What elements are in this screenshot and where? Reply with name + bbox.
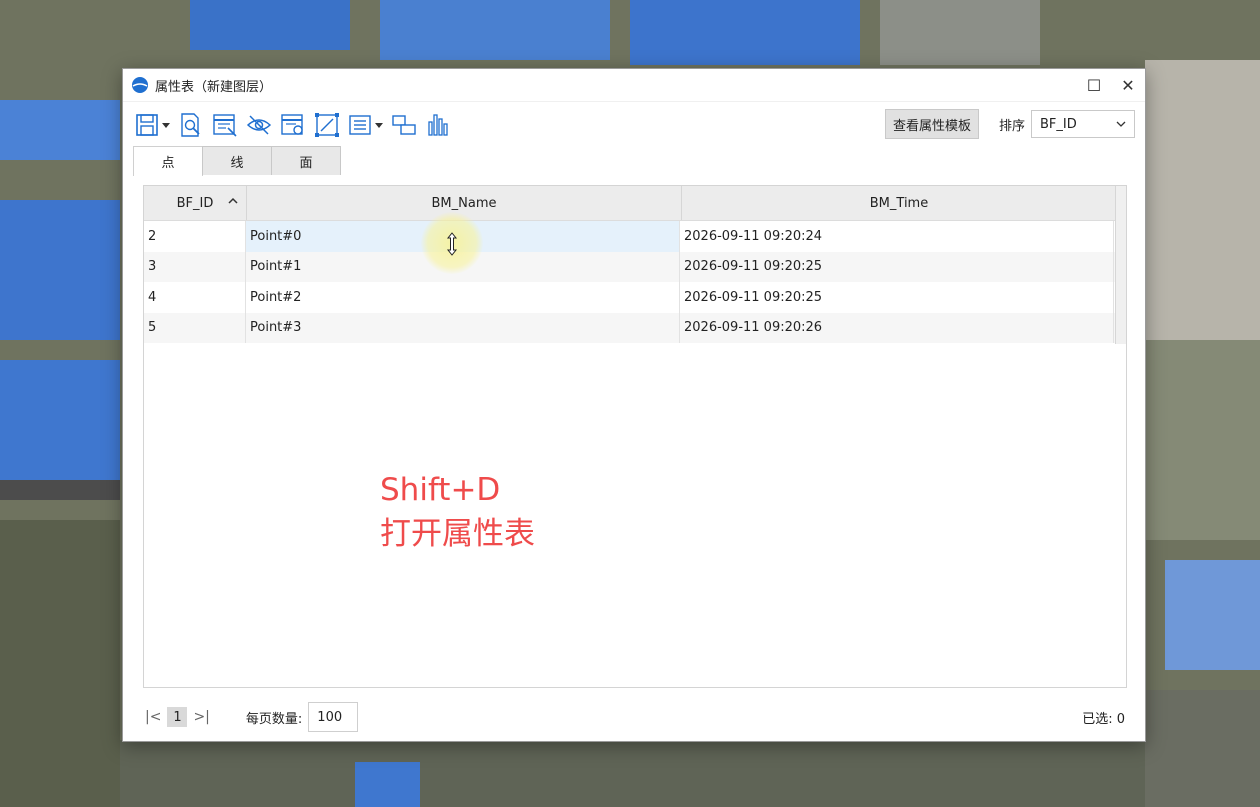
sort-ascending-icon — [228, 197, 238, 204]
cell-bm-name[interactable]: Point#2 — [246, 282, 680, 313]
view-attribute-template-button[interactable]: 查看属性模板 — [884, 109, 979, 139]
cell-bf-id[interactable]: 4 — [144, 282, 246, 313]
cell-bf-id[interactable]: 2 — [144, 221, 246, 252]
tab-polygon[interactable]: 面 — [271, 146, 341, 175]
toolbar-right: 查看属性模板 排序 BF_ID — [884, 109, 1135, 139]
tab-point[interactable]: 点 — [133, 146, 203, 176]
column-header-label: BM_Time — [869, 195, 929, 211]
hide-icon — [246, 115, 272, 135]
query-icon — [181, 113, 200, 137]
list-icon — [349, 115, 371, 135]
attribute-grid: BF_ID BM_Name BM_Time 2 Point#0 2026-09-… — [143, 185, 1127, 688]
chevron-down-icon — [162, 122, 170, 128]
attribute-table-window: 属性表（新建图层） ☐ ✕ 查看属性模板 排序 BF_ID 点 线 面 BF_I… — [122, 68, 1146, 742]
list-options-button[interactable] — [348, 110, 383, 140]
save-icon — [136, 114, 158, 136]
first-page-button[interactable]: |< — [145, 709, 161, 725]
cell-bm-time[interactable]: 2026-09-11 09:20:25 — [680, 282, 1114, 313]
cell-bm-time[interactable]: 2026-09-11 09:20:26 — [680, 312, 1114, 343]
page-size-label: 每页数量: — [245, 711, 303, 727]
column-header-label: BM_Name — [431, 195, 497, 211]
select-geometry-button[interactable] — [314, 110, 340, 140]
attribute-button[interactable] — [280, 110, 306, 140]
tab-line[interactable]: 线 — [202, 146, 272, 175]
layout-icon — [392, 115, 416, 135]
field-calc-icon — [213, 114, 237, 137]
grid-header: BF_ID BM_Name BM_Time — [144, 186, 1126, 221]
column-header-bf-id[interactable]: BF_ID — [144, 186, 247, 220]
cell-bm-time[interactable]: 2026-09-11 09:20:24 — [680, 221, 1114, 252]
title-bar: 属性表（新建图层） ☐ ✕ — [123, 69, 1145, 102]
field-calc-button[interactable] — [212, 110, 238, 140]
window-title: 属性表（新建图层） — [155, 79, 273, 95]
toolbar: 查看属性模板 排序 BF_ID — [123, 105, 1145, 145]
table-row[interactable]: 5 Point#3 2026-09-11 09:20:26 — [144, 312, 1126, 343]
query-button[interactable] — [178, 110, 204, 140]
maximize-button[interactable]: ☐ — [1077, 70, 1111, 100]
table-row[interactable]: 2 Point#0 2026-09-11 09:20:24 — [144, 221, 1126, 252]
cell-bm-time[interactable]: 2026-09-11 09:20:25 — [680, 251, 1114, 282]
chart-button[interactable] — [425, 110, 451, 140]
column-header-label: BF_ID — [176, 195, 214, 211]
sort-select-value: BF_ID — [1040, 116, 1077, 132]
page-size-input[interactable]: 100 — [308, 702, 359, 732]
selected-count: 已选: 0 — [1082, 711, 1125, 727]
current-page-number[interactable]: 1 — [167, 707, 188, 727]
chart-icon — [428, 114, 448, 136]
sort-select[interactable]: BF_ID — [1031, 110, 1135, 138]
pagination-bar: |< 1 >| 每页数量: 100 已选: 0 — [123, 693, 1145, 741]
layout-button[interactable] — [391, 110, 417, 140]
save-button[interactable] — [135, 110, 170, 140]
hide-fields-button[interactable] — [246, 110, 272, 140]
cell-bf-id[interactable]: 3 — [144, 251, 246, 282]
geometry-tabs: 点 线 面 — [133, 146, 341, 176]
select-geom-icon — [315, 113, 339, 137]
vertical-scrollbar[interactable] — [1115, 186, 1126, 344]
close-button[interactable]: ✕ — [1111, 70, 1145, 100]
table-row[interactable]: 4 Point#2 2026-09-11 09:20:25 — [144, 282, 1126, 313]
resize-cursor-icon — [446, 232, 458, 256]
app-logo-icon — [132, 77, 148, 93]
cell-bf-id[interactable]: 5 — [144, 312, 246, 343]
chevron-down-icon — [375, 122, 383, 128]
cell-bm-name[interactable]: Point#3 — [246, 312, 680, 343]
table-row[interactable]: 3 Point#1 2026-09-11 09:20:25 — [144, 251, 1126, 282]
column-header-bm-time[interactable]: BM_Time — [682, 186, 1117, 220]
shortcut-keys: Shift+D — [380, 472, 501, 508]
sort-label: 排序 — [998, 118, 1025, 134]
shortcut-description: 打开属性表 — [380, 516, 535, 552]
chevron-down-icon — [1116, 121, 1126, 127]
last-page-button[interactable]: >| — [193, 709, 209, 725]
shortcut-caption: Shift+D 打开属性表 — [380, 468, 535, 556]
attribute-icon — [281, 114, 303, 135]
